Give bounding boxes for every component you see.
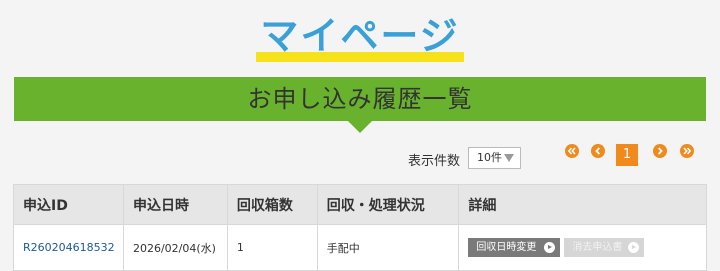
header-status: 回収・処理状況 (316, 184, 460, 225)
double-chevron-left-icon (567, 147, 576, 155)
arrow-circle-right-icon (544, 242, 556, 253)
pager-current-page[interactable]: 1 (616, 144, 638, 166)
section-banner: お申し込み履歴一覧 (14, 77, 706, 133)
chevron-right-icon (658, 147, 663, 155)
display-count-select[interactable]: 10件 (468, 147, 521, 169)
pager-prev-button[interactable] (591, 144, 605, 158)
display-count-label: 表示件数 (408, 154, 461, 169)
header-application-id: 申込ID (13, 184, 124, 225)
double-chevron-right-icon (683, 147, 692, 155)
table-header-row: 申込ID 申込日時 回収箱数 回収・処理状況 詳細 (13, 184, 707, 225)
box-count: 1 (226, 224, 318, 271)
pager-first-button[interactable] (565, 144, 579, 158)
display-count-value: 10件 (477, 151, 502, 164)
page-title-container: マイページ (0, 12, 720, 62)
section-title: お申し込み履歴一覧 (247, 85, 473, 113)
chevron-down-icon (504, 154, 514, 162)
cancel-application-label: 消去申込書 (572, 242, 623, 253)
chevron-left-icon (595, 147, 600, 155)
application-id-link[interactable]: R260204618532 (13, 224, 124, 271)
cancel-application-button: 消去申込書 (564, 238, 645, 257)
header-box-count: 回収箱数 (226, 184, 318, 225)
status-text: 手配中 (316, 224, 460, 271)
page-title-text: マイページ (260, 14, 460, 58)
pager-next-button[interactable] (653, 144, 667, 158)
change-pickup-date-button[interactable]: 回収日時変更 (468, 238, 561, 257)
history-table: 申込ID 申込日時 回収箱数 回収・処理状況 詳細 R260204618532 … (13, 184, 707, 271)
change-pickup-date-label: 回収日時変更 (476, 242, 537, 253)
banner-arrow (348, 121, 372, 133)
pager-last-button[interactable] (680, 144, 694, 158)
table-row: R260204618532 2026/02/04(水) 1 手配中 回収日時変更… (13, 224, 707, 271)
arrow-circle-right-icon (628, 242, 640, 253)
details-cell: 回収日時変更 消去申込書 (458, 224, 707, 271)
header-application-date: 申込日時 (122, 184, 228, 225)
header-details: 詳細 (458, 184, 707, 225)
page-title: マイページ (256, 12, 464, 62)
application-date: 2026/02/04(水) (122, 224, 228, 271)
